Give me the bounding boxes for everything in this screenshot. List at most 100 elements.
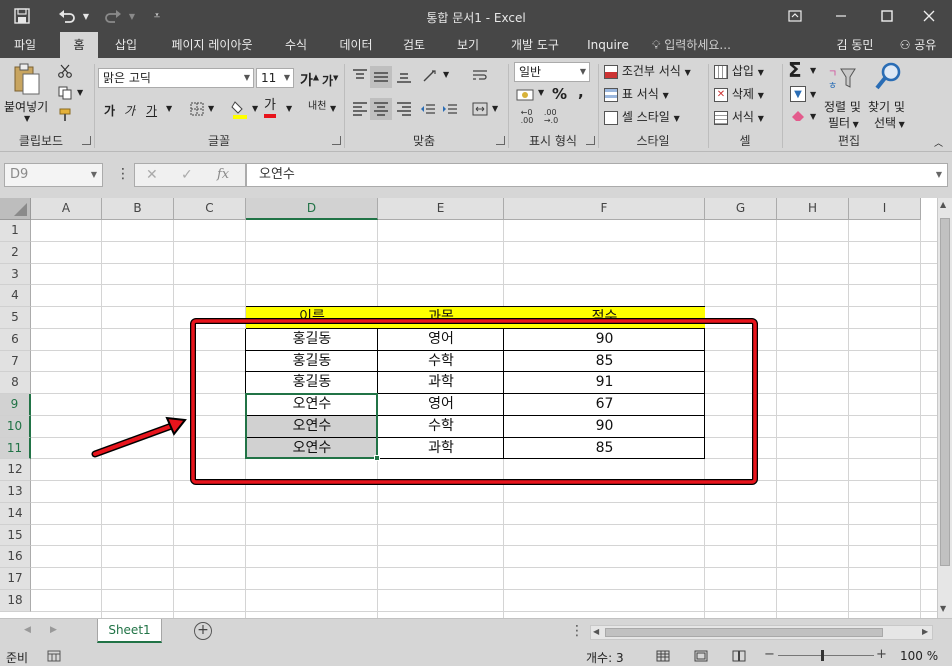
sheet-tab-sheet1[interactable]: Sheet1: [97, 619, 162, 643]
tab-page-layout[interactable]: 페이지 레이아웃: [160, 32, 264, 58]
paste-icon[interactable]: [12, 62, 42, 96]
row-header-13[interactable]: 13: [0, 481, 31, 503]
phonetic-button[interactable]: 내천: [308, 102, 326, 112]
row-header-7[interactable]: 7: [0, 350, 31, 373]
user-name[interactable]: 김 동민: [830, 32, 880, 58]
row-header-3[interactable]: 3: [0, 263, 31, 286]
zoom-out-icon[interactable]: −: [764, 647, 775, 662]
scroll-right-icon[interactable]: ▶: [922, 627, 928, 636]
row-header-8[interactable]: 8: [0, 372, 31, 394]
row-header-15[interactable]: 15: [0, 524, 31, 547]
increase-indent-icon[interactable]: [440, 98, 460, 120]
align-middle-icon[interactable]: [370, 66, 392, 88]
merge-dropdown-icon[interactable]: ▼: [492, 104, 498, 113]
decrease-decimal-icon[interactable]: .00 →.0: [540, 108, 562, 126]
tab-split-icon[interactable]: ⋮: [570, 623, 584, 639]
undo-dropdown-icon[interactable]: ▼: [80, 0, 92, 32]
column-header-h[interactable]: H: [777, 198, 849, 220]
ribbon-display-icon[interactable]: [772, 0, 818, 32]
tell-me-box[interactable]: 💡︎ 입력하세요...: [652, 32, 752, 58]
increase-decimal-icon[interactable]: ←0.00: [516, 108, 538, 126]
share-button[interactable]: ⚇ 공유: [890, 32, 946, 58]
redo-dropdown-icon[interactable]: ▼: [126, 0, 138, 32]
merge-center-icon[interactable]: [470, 98, 490, 120]
find-select-label-1[interactable]: 찾기 및: [868, 98, 905, 115]
copy-dropdown-icon[interactable]: ▼: [77, 88, 83, 97]
vertical-scrollbar[interactable]: ▲ ▼: [937, 198, 952, 618]
redo-icon[interactable]: [100, 0, 126, 32]
cut-icon[interactable]: [56, 62, 74, 80]
tab-home[interactable]: 홈: [60, 32, 98, 58]
number-format-combo[interactable]: 일반 ▼: [514, 62, 590, 82]
fill-dropdown-icon[interactable]: ▼: [810, 90, 816, 99]
column-header-b[interactable]: B: [102, 198, 174, 220]
paste-dropdown-icon[interactable]: ▼: [24, 114, 30, 123]
percent-button[interactable]: %: [552, 85, 567, 103]
clipboard-launcher-icon[interactable]: [82, 136, 91, 145]
close-icon[interactable]: [906, 0, 952, 32]
shrink-font-button[interactable]: 가▼: [322, 72, 338, 89]
bold-button[interactable]: 가: [104, 102, 115, 119]
tab-insert[interactable]: 삽입: [104, 32, 148, 58]
format-cells-button[interactable]: 서식 ▼: [714, 108, 764, 125]
column-header-i[interactable]: I: [849, 198, 921, 220]
horizontal-scrollbar[interactable]: ◀ ▶: [590, 625, 933, 640]
orientation-icon[interactable]: [420, 66, 442, 86]
tab-review[interactable]: 검토: [392, 32, 436, 58]
tab-file[interactable]: 파일: [2, 32, 48, 58]
borders-icon[interactable]: [188, 100, 206, 118]
conditional-format-button[interactable]: 조건부 서식 ▼: [604, 62, 691, 79]
column-header-f[interactable]: F: [504, 198, 705, 220]
macro-record-icon[interactable]: [46, 649, 62, 663]
zoom-level[interactable]: 100 %: [900, 649, 938, 663]
accounting-dropdown-icon[interactable]: ▼: [538, 88, 544, 97]
font-launcher-icon[interactable]: [332, 136, 341, 145]
column-header-c[interactable]: C: [174, 198, 246, 220]
format-as-table-button[interactable]: 표 서식 ▼: [604, 85, 669, 102]
insert-function-icon[interactable]: fx: [217, 167, 229, 182]
underline-button[interactable]: 가: [146, 102, 157, 119]
confirm-icon[interactable]: ✓: [181, 167, 193, 183]
autosum-dropdown-icon[interactable]: ▼: [810, 66, 816, 75]
zoom-slider-track[interactable]: [778, 655, 874, 656]
align-bottom-icon[interactable]: [394, 66, 414, 86]
formula-input[interactable]: 오연수 ▼: [246, 163, 948, 187]
row-header-9[interactable]: 9: [0, 394, 31, 416]
next-sheet-icon[interactable]: ▶: [50, 625, 57, 635]
cell-styles-button[interactable]: 셀 스타일 ▼: [604, 108, 680, 125]
row-header-5[interactable]: 5: [0, 307, 31, 329]
row-header-18[interactable]: 18: [0, 589, 31, 612]
row-header-17[interactable]: 17: [0, 568, 31, 590]
worksheet-grid[interactable]: 이름 과목 점수 홍길동 영어 90 홍길동 수학 85 홍길동 과학 91 오연수 영어 67 오연수 수학 9…: [31, 220, 937, 618]
comma-button[interactable]: ,: [578, 83, 584, 101]
align-center-icon[interactable]: [370, 98, 392, 120]
scroll-up-icon[interactable]: ▲: [940, 200, 946, 209]
prev-sheet-icon[interactable]: ◀: [24, 625, 31, 635]
wrap-text-icon[interactable]: [470, 66, 490, 86]
autosum-icon[interactable]: Σ: [788, 58, 802, 82]
zoom-in-icon[interactable]: +: [876, 647, 887, 662]
clear-dropdown-icon[interactable]: ▼: [810, 112, 816, 121]
accounting-format-icon[interactable]: [514, 86, 536, 104]
underline-dropdown-icon[interactable]: ▼: [166, 104, 172, 113]
number-launcher-icon[interactable]: [586, 136, 595, 145]
fill-icon[interactable]: ▼: [790, 86, 806, 102]
cancel-icon[interactable]: ✕: [146, 167, 158, 183]
paste-label[interactable]: 붙여넣기: [4, 98, 48, 115]
scroll-down-icon[interactable]: ▼: [940, 604, 946, 613]
format-painter-icon[interactable]: [56, 106, 74, 124]
copy-icon[interactable]: [56, 84, 74, 102]
phonetic-dropdown-icon[interactable]: ▼: [330, 104, 336, 113]
decrease-indent-icon[interactable]: [418, 98, 438, 120]
orientation-dropdown-icon[interactable]: ▼: [443, 70, 449, 79]
align-left-icon[interactable]: [350, 98, 370, 120]
sort-filter-icon[interactable]: ㄱㅎ: [826, 64, 858, 92]
delete-cells-button[interactable]: ✕ 삭제 ▼: [714, 85, 764, 102]
row-header-6[interactable]: 6: [0, 328, 31, 351]
alignment-launcher-icon[interactable]: [496, 136, 505, 145]
row-header-2[interactable]: 2: [0, 241, 31, 264]
name-box[interactable]: D9 ▼: [4, 163, 103, 187]
sort-filter-label-2[interactable]: 필터 ▼: [828, 114, 859, 131]
page-break-view-icon[interactable]: [730, 648, 748, 664]
maximize-icon[interactable]: [864, 0, 910, 32]
